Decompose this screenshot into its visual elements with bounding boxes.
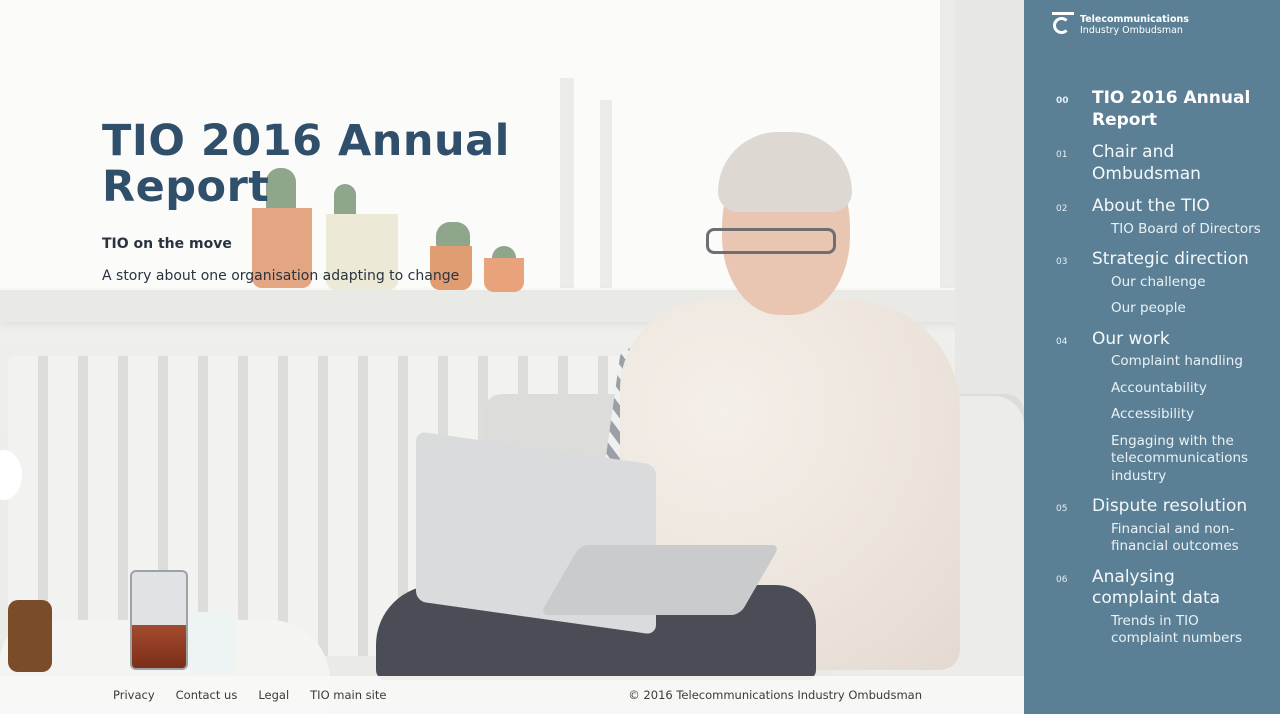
window-frame xyxy=(560,78,574,288)
copyright-text: © 2016 Telecommunications Industry Ombud… xyxy=(628,688,922,702)
nav-item-about-the-tio[interactable]: 02 About the TIO xyxy=(1024,196,1280,218)
brand-line2: Industry Ombudsman xyxy=(1080,25,1183,36)
nav-subitem-board-of-directors[interactable]: TIO Board of Directors xyxy=(1111,221,1261,239)
window-frame xyxy=(940,0,956,290)
nav-item-strategic-direction[interactable]: 03 Strategic direction xyxy=(1024,249,1280,271)
glasses xyxy=(706,228,836,254)
nav-sub-list: Our challenge Our people xyxy=(1024,274,1280,318)
brand-logo-link[interactable]: Telecommunications Industry Ombudsman xyxy=(1052,12,1189,38)
privacy-link[interactable]: Privacy xyxy=(113,688,155,702)
nav-number: 06 xyxy=(1056,574,1068,585)
brand-text: Telecommunications Industry Ombudsman xyxy=(1080,14,1189,37)
nav-subitem-engaging-industry[interactable]: Engaging with the telecommunications ind… xyxy=(1111,433,1261,486)
nav-subitem-financial-outcomes[interactable]: Financial and non-financial outcomes xyxy=(1111,521,1261,556)
nav-sub-list: Trends in TIO complaint numbers xyxy=(1024,613,1280,648)
nav-subitem-our-people[interactable]: Our people xyxy=(1111,300,1261,318)
tio-main-site-link[interactable]: TIO main site xyxy=(310,688,386,702)
nav-section-05: 05 Dispute resolution Financial and non-… xyxy=(1024,496,1280,556)
nav-label: Our work xyxy=(1092,328,1170,349)
nav-sub-list: Complaint handling Accountability Access… xyxy=(1024,353,1280,485)
mug xyxy=(188,612,236,674)
tio-logo-icon xyxy=(1052,12,1074,38)
nav-label: About the TIO xyxy=(1092,196,1210,216)
nav-number: 03 xyxy=(1056,257,1068,267)
nav-number: 05 xyxy=(1056,504,1068,514)
jar xyxy=(8,600,52,672)
nav-section-02: 02 About the TIO TIO Board of Directors xyxy=(1024,196,1280,238)
contact-us-link[interactable]: Contact us xyxy=(176,688,238,702)
brand-line1: Telecommunications xyxy=(1080,13,1189,25)
hero-description: A story about one organisation adapting … xyxy=(102,268,460,284)
nav-subitem-complaint-handling[interactable]: Complaint handling xyxy=(1111,353,1261,371)
legal-link[interactable]: Legal xyxy=(258,688,289,702)
hero-subtitle: TIO on the move xyxy=(102,236,232,252)
nav-sub-list: TIO Board of Directors xyxy=(1024,221,1280,239)
nav-subitem-accessibility[interactable]: Accessibility xyxy=(1111,406,1261,424)
nav-number: 01 xyxy=(1056,150,1068,160)
nav-number: 04 xyxy=(1056,336,1068,347)
nav-item-dispute-resolution[interactable]: 05 Dispute resolution xyxy=(1024,496,1280,518)
footer: Privacy Contact us Legal TIO main site ©… xyxy=(0,676,1024,714)
nav-section-04: 04 Our work Complaint handling Accountab… xyxy=(1024,329,1280,486)
nav-label: Chair and Ombudsman xyxy=(1092,142,1201,184)
nav-section-06: 06 Analysing complaint data Trends in TI… xyxy=(1024,567,1280,648)
nav-sub-list: Financial and non-financial outcomes xyxy=(1024,521,1280,556)
nav-number: 00 xyxy=(1056,96,1069,106)
page-title: TIO 2016 Annual Report xyxy=(102,116,510,212)
nav-subitem-accountability[interactable]: Accountability xyxy=(1111,380,1261,398)
hero-image xyxy=(0,0,1024,714)
nav-number: 02 xyxy=(1056,204,1068,214)
nav-section-03: 03 Strategic direction Our challenge Our… xyxy=(1024,249,1280,318)
nav-section-00: 00 TIO 2016 Annual Report xyxy=(1024,88,1280,131)
nav-subitem-trends-in-complaints[interactable]: Trends in TIO complaint numbers xyxy=(1111,613,1261,648)
nav-label: Analysing complaint data xyxy=(1092,566,1221,609)
nav-section-01: 01 Chair and Ombudsman xyxy=(1024,142,1280,185)
nav-item-annual-report[interactable]: 00 TIO 2016 Annual Report xyxy=(1024,88,1280,131)
footer-links: Privacy Contact us Legal TIO main site xyxy=(113,688,386,702)
nav-list: 00 TIO 2016 Annual Report 01 Chair and O… xyxy=(1024,88,1280,659)
hero-text: TIO 2016 Annual Report TIO on the move A… xyxy=(102,118,522,284)
nav-label: Strategic direction xyxy=(1092,249,1249,269)
sidebar-nav: Telecommunications Industry Ombudsman 00… xyxy=(1024,0,1280,714)
nav-label: Dispute resolution xyxy=(1092,496,1248,516)
nav-subitem-our-challenge[interactable]: Our challenge xyxy=(1111,274,1261,292)
nav-item-analysing-complaint-data[interactable]: 06 Analysing complaint data xyxy=(1024,567,1280,610)
laptop-keyboard xyxy=(539,545,781,615)
coffee-press xyxy=(130,570,188,670)
nav-item-chair-and-ombudsman[interactable]: 01 Chair and Ombudsman xyxy=(1024,142,1280,185)
nav-item-our-work[interactable]: 04 Our work xyxy=(1024,329,1280,351)
nav-label: TIO 2016 Annual Report xyxy=(1092,88,1251,130)
window-frame xyxy=(600,100,612,290)
